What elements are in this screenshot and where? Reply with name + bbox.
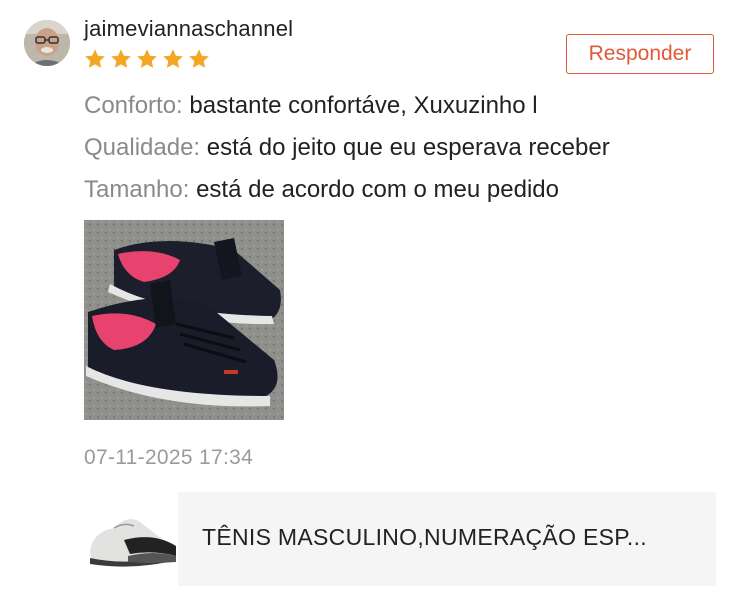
comfort-label: Conforto:	[84, 92, 183, 119]
comfort-value: bastante confortáve, Xuxuzinho l	[189, 92, 538, 119]
size-label: Tamanho:	[84, 176, 190, 203]
star-icon	[188, 48, 210, 70]
review-photo[interactable]	[84, 220, 284, 420]
star-icon	[84, 48, 106, 70]
product-title: TÊNIS MASCULINO,NUMERAÇÃO ESP...	[202, 524, 647, 550]
username: jaimeviannaschannel	[84, 16, 294, 41]
review-timestamp: 07-11-2025 17:34	[84, 446, 254, 469]
review-size-line: Tamanho: está de acordo com o meu pedido	[84, 176, 559, 204]
quality-label: Qualidade:	[84, 134, 201, 161]
star-icon	[136, 48, 158, 70]
star-icon	[110, 48, 132, 70]
product-card[interactable]: TÊNIS MASCULINO,NUMERAÇÃO ESP...	[84, 492, 716, 586]
product-thumbnail	[84, 492, 178, 586]
quality-value: está do jeito que eu esperava receber	[206, 134, 610, 161]
review-comfort-line: Conforto: bastante confortáve, Xuxuzinho…	[84, 92, 538, 120]
size-value: está de acordo com o meu pedido	[196, 176, 559, 203]
reply-button[interactable]: Responder	[566, 34, 714, 74]
rating-stars	[84, 48, 210, 70]
review-quality-line: Qualidade: está do jeito que eu esperava…	[84, 134, 610, 162]
star-icon	[162, 48, 184, 70]
user-avatar[interactable]	[24, 20, 70, 66]
